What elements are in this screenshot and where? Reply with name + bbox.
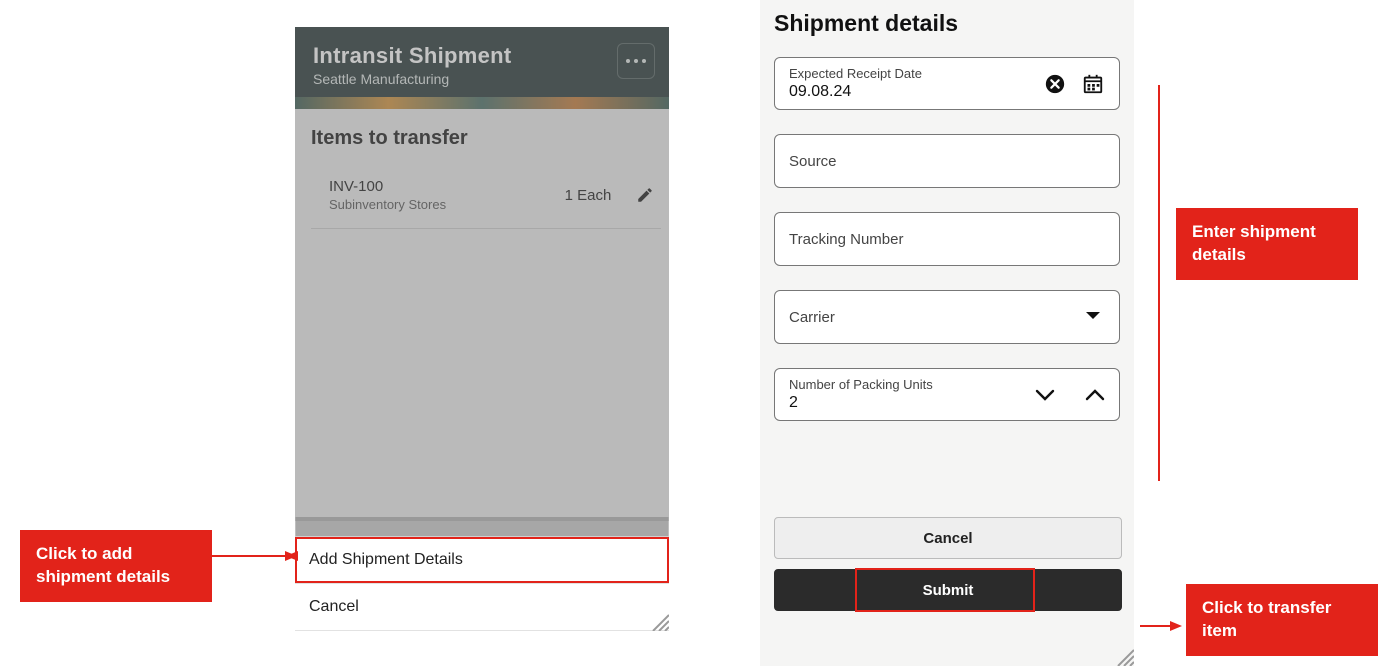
decorative-stripe	[295, 97, 669, 109]
items-card: Items to transfer INV-100 Subinventory S…	[295, 109, 669, 517]
calendar-icon	[1082, 73, 1104, 95]
edit-item-button[interactable]	[633, 183, 657, 207]
chevron-up-icon	[1085, 389, 1105, 401]
packing-units-stepper[interactable]: Number of Packing Units 2	[774, 368, 1120, 421]
item-qty: 1 Each	[565, 187, 612, 204]
left-title: Intransit Shipment	[313, 43, 651, 69]
add-shipment-details-button[interactable]: Add Shipment Details	[295, 537, 669, 584]
clear-date-button[interactable]	[1043, 72, 1067, 96]
expected-date-value: 09.08.24	[789, 83, 851, 101]
callout-transfer-item: Click to transfer item	[1186, 584, 1378, 656]
left-mobile-panel: Intransit Shipment Seattle Manufacturing…	[295, 27, 669, 631]
tracking-number-field[interactable]: Tracking Number	[774, 212, 1120, 266]
bracket-line	[1158, 85, 1160, 481]
right-details-panel: Shipment details Expected Receipt Date 0…	[760, 0, 1134, 666]
open-calendar-button[interactable]	[1081, 72, 1105, 96]
callout-enter-details: Enter shipment details	[1176, 208, 1358, 280]
cancel-button[interactable]: Cancel	[774, 517, 1122, 559]
carrier-select[interactable]: Carrier	[774, 290, 1120, 344]
left-header: Intransit Shipment Seattle Manufacturing	[295, 27, 669, 97]
callout-add-shipment: Click to add shipment details	[20, 530, 212, 602]
left-subtitle: Seattle Manufacturing	[313, 71, 651, 87]
item-text: INV-100 Subinventory Stores	[329, 178, 446, 212]
submit-label: Submit	[923, 582, 974, 599]
source-label: Source	[789, 153, 837, 170]
expected-date-field[interactable]: Expected Receipt Date 09.08.24	[774, 57, 1120, 110]
tracking-label: Tracking Number	[789, 231, 903, 248]
details-title: Shipment details	[774, 10, 1134, 37]
button-bar: Cancel Submit	[760, 517, 1134, 611]
arrow-right-icon	[1138, 618, 1182, 634]
pencil-icon	[636, 186, 654, 204]
packing-units-label: Number of Packing Units	[789, 377, 933, 392]
item-row[interactable]: INV-100 Subinventory Stores 1 Each	[311, 172, 661, 229]
expected-date-label: Expected Receipt Date	[789, 66, 922, 81]
source-field[interactable]: Source	[774, 134, 1120, 188]
increment-button[interactable]	[1083, 383, 1107, 407]
left-bottom-sheet: Add Shipment Details Cancel	[295, 536, 669, 631]
resize-grip-icon	[1112, 644, 1134, 666]
chevron-down-icon	[1085, 308, 1101, 326]
packing-units-value: 2	[789, 394, 798, 412]
chevron-down-icon	[1035, 389, 1055, 401]
ellipsis-icon	[626, 59, 646, 63]
carrier-label: Carrier	[789, 309, 835, 326]
kebab-menu-button[interactable]	[617, 43, 655, 79]
item-subinventory: Subinventory Stores	[329, 197, 446, 212]
item-code: INV-100	[329, 178, 446, 195]
submit-button[interactable]: Submit	[774, 569, 1122, 611]
resize-grip-icon	[647, 609, 669, 631]
x-circle-icon	[1044, 73, 1066, 95]
arrow-left-icon	[205, 548, 297, 564]
items-heading: Items to transfer	[311, 127, 653, 150]
cancel-button-left[interactable]: Cancel	[295, 584, 669, 631]
decrement-button[interactable]	[1033, 383, 1057, 407]
